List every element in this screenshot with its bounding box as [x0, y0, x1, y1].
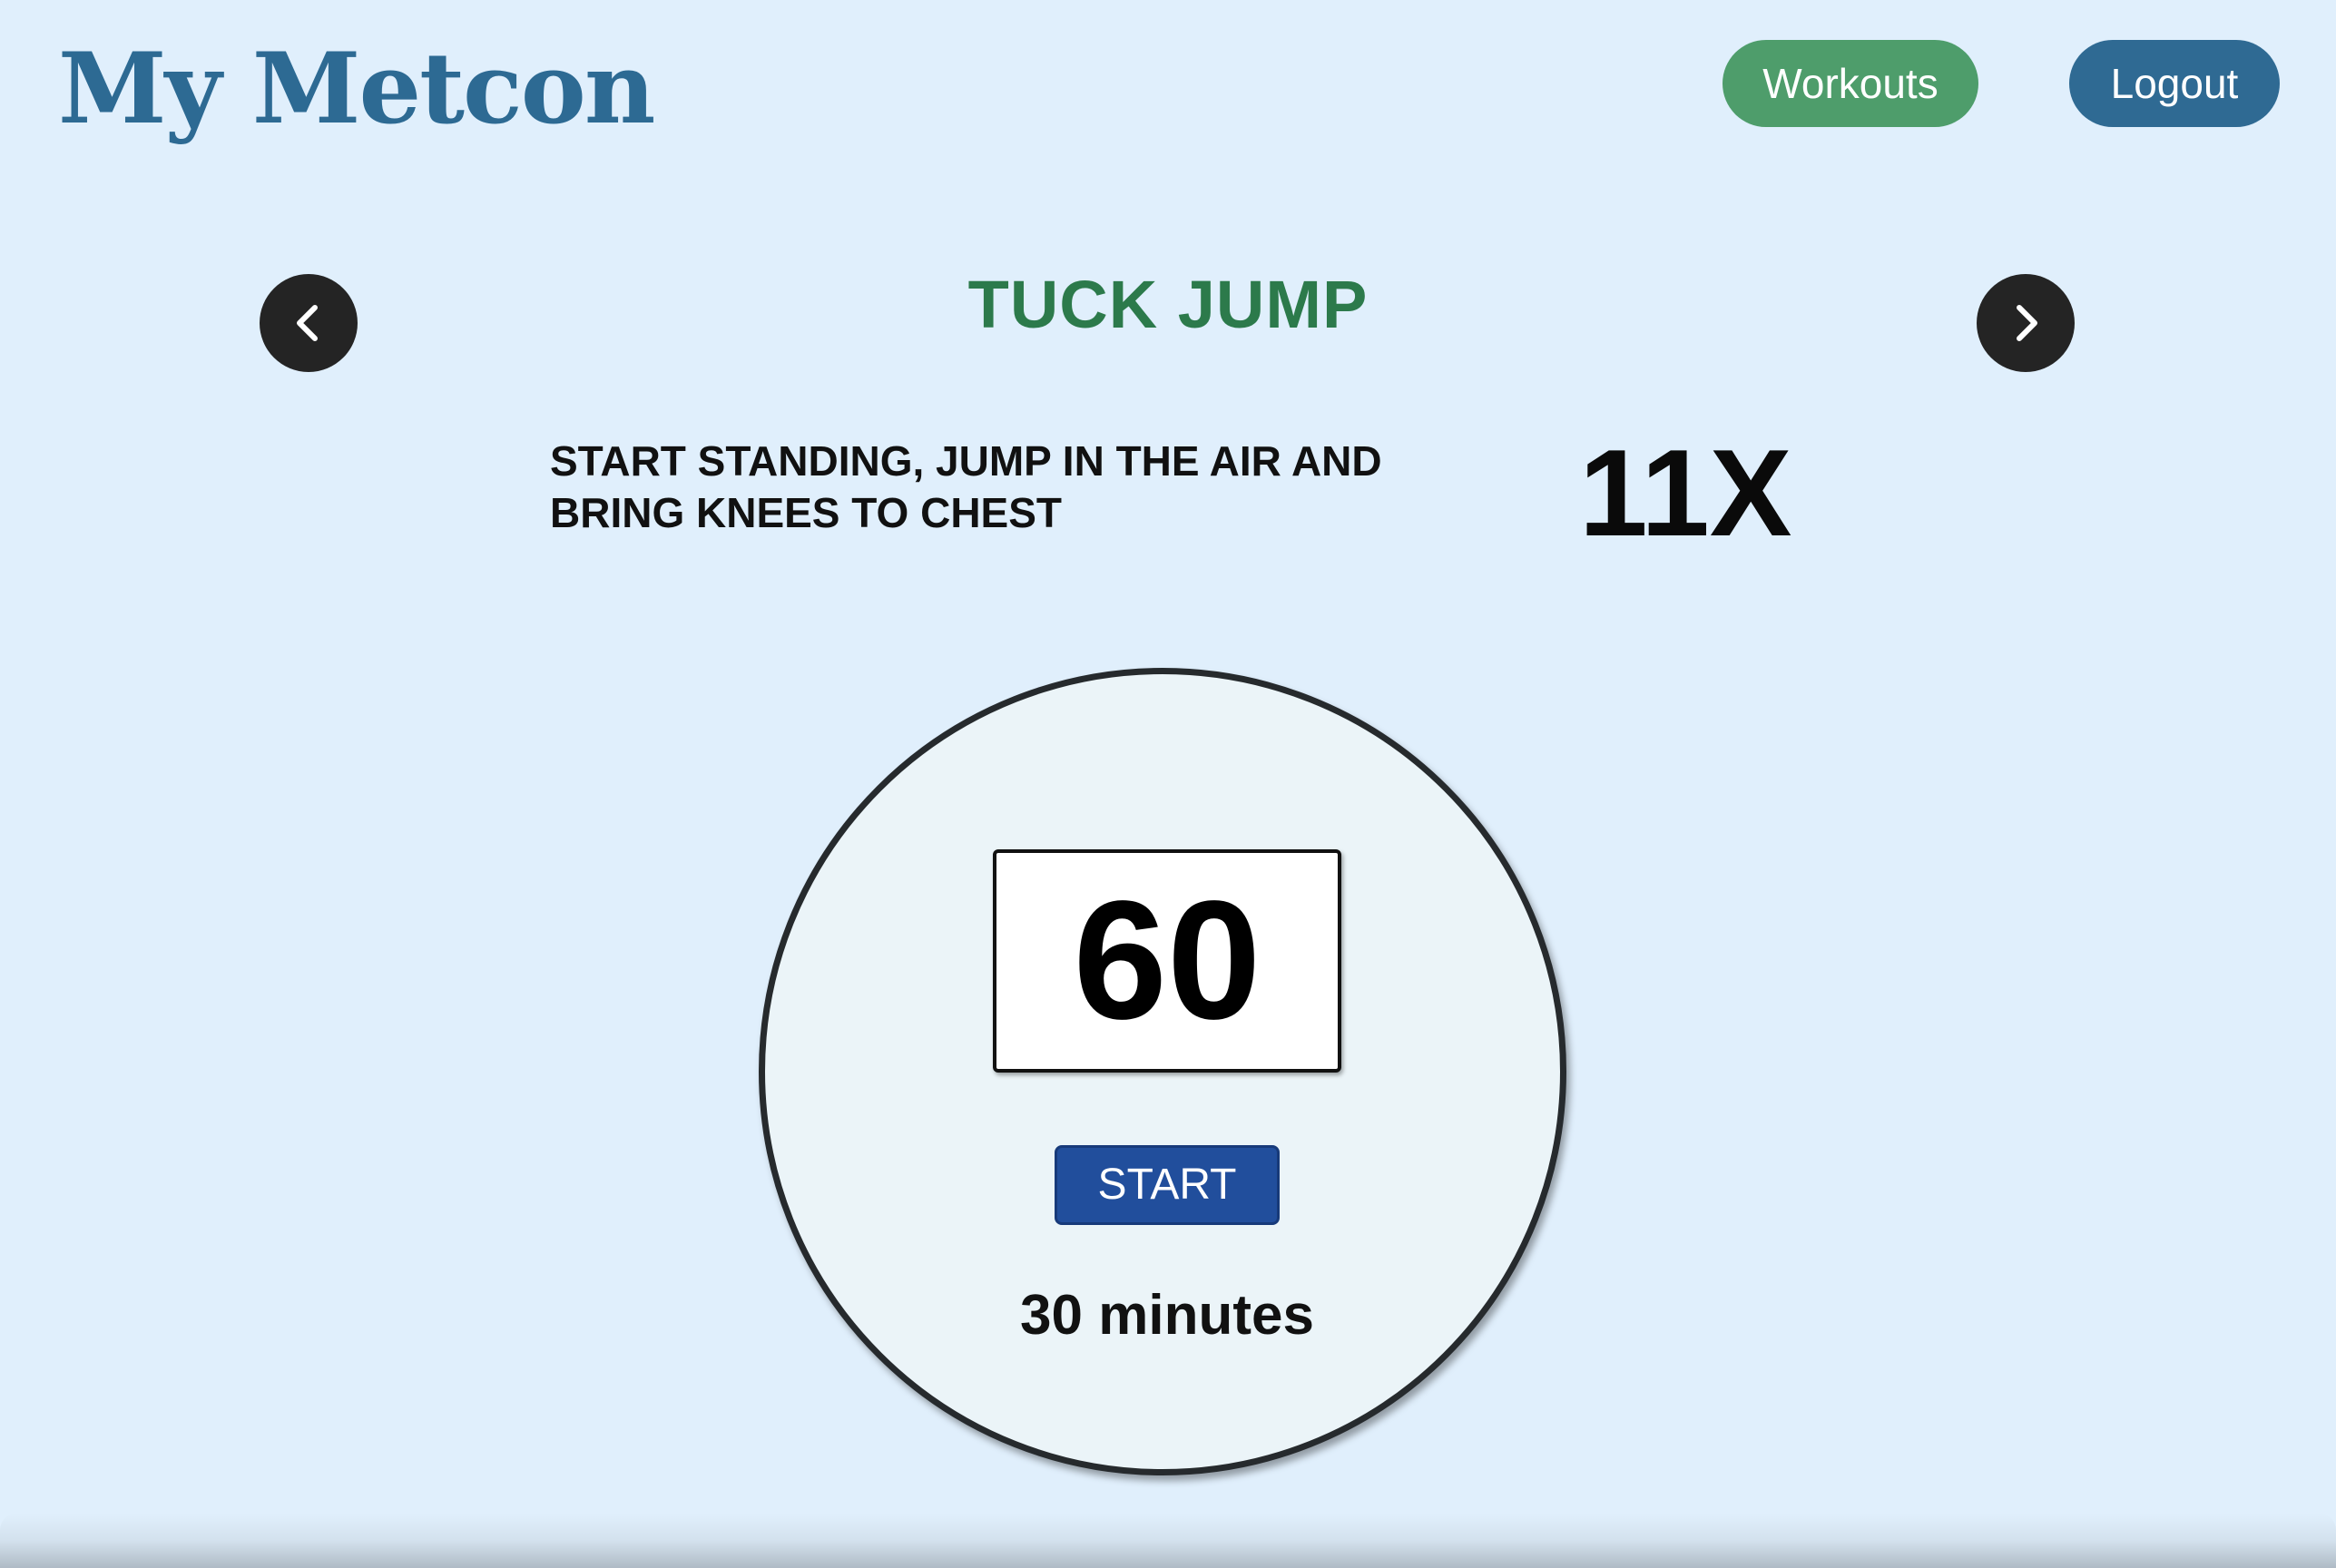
rep-count: 11X	[1579, 424, 1792, 562]
logout-button[interactable]: Logout	[2069, 40, 2280, 127]
start-button[interactable]: START	[1055, 1145, 1280, 1225]
workouts-button[interactable]: Workouts	[1723, 40, 1978, 127]
exercise-title: TUCK JUMP	[967, 267, 1369, 342]
exercise-description: START STANDING, JUMP IN THE AIR AND BRIN…	[550, 437, 1382, 536]
previous-exercise-button[interactable]	[260, 274, 358, 372]
chevron-left-icon	[297, 305, 318, 341]
chevron-right-icon	[2017, 305, 2037, 341]
workout-duration: 30 minutes	[1020, 1284, 1314, 1347]
window-bottom-edge	[0, 1514, 2336, 1568]
app-logo[interactable]: My Metcon	[58, 34, 655, 143]
next-exercise-button[interactable]	[1977, 274, 2075, 372]
countdown-display: 60	[993, 849, 1341, 1073]
